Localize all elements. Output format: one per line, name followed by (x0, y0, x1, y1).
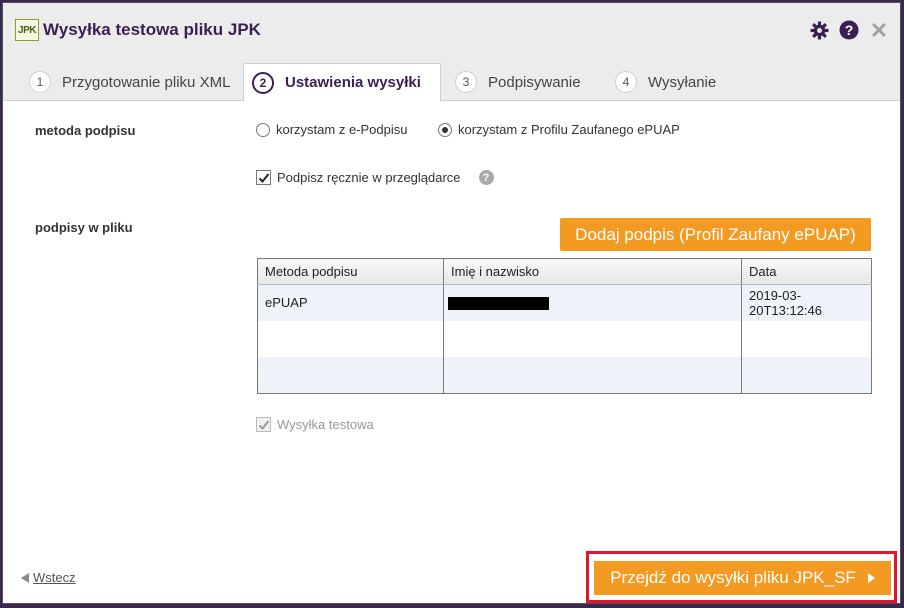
signature-method-label: metoda podpisu (35, 123, 136, 138)
manual-sign-checkbox[interactable]: Podpisz ręcznie w przeglądarce ? (256, 170, 494, 185)
dialog-titlebar: JPK Wysyłka testowa pliku JPK ? (3, 3, 900, 55)
tab-send-settings[interactable]: 2 Ustawienia wysyłki (243, 63, 441, 102)
cell-empty (257, 320, 444, 358)
close-icon[interactable] (869, 20, 889, 40)
radio-trusted-profile[interactable]: korzystam z Profilu Zaufanego ePUAP (438, 122, 680, 137)
table-header-row: Metoda podpisu Imię i nazwisko Data (257, 258, 872, 285)
cell-empty (741, 320, 872, 358)
gear-icon[interactable] (809, 20, 829, 40)
next-send-button[interactable]: Przejdź do wysyłki pliku JPK_SF (594, 561, 891, 595)
tab-label: Ustawienia wysyłki (285, 74, 421, 91)
tab-label: Przygotowanie pliku XML (62, 73, 231, 91)
cell-date: 2019-03-20T13:12:46 (741, 284, 872, 321)
cell-name (443, 284, 742, 321)
column-header[interactable]: Metoda podpisu (257, 258, 444, 285)
column-header[interactable]: Data (741, 258, 872, 285)
help-icon[interactable]: ? (839, 20, 859, 40)
cell-empty (741, 357, 872, 394)
checkbox-label: Wysyłka testowa (277, 417, 374, 432)
svg-text:?: ? (845, 22, 854, 38)
tab-label: Wysyłanie (648, 73, 717, 91)
radio-button[interactable] (256, 122, 270, 137)
checkbox-label: Podpisz ręcznie w przeglądarce (277, 170, 461, 185)
arrow-right-icon (867, 573, 875, 583)
next-button-label: Przejdź do wysyłki pliku JPK_SF (610, 568, 856, 587)
back-link[interactable]: Wstecz (21, 570, 76, 585)
cell-method: ePUAP (257, 284, 444, 321)
checkbox[interactable] (256, 170, 271, 185)
step-number: 3 (455, 71, 477, 93)
dialog-title: Wysyłka testowa pliku JPK (43, 20, 261, 39)
column-header[interactable]: Imię i nazwisko (443, 258, 742, 285)
cell-empty (443, 320, 742, 358)
wizard-tabs: 1 Przygotowanie pliku XML 2 Ustawienia w… (3, 55, 900, 102)
radio-e-signature[interactable]: korzystam z e-Podpisu (256, 122, 408, 137)
signatures-table: Metoda podpisu Imię i nazwisko Data ePUA… (257, 258, 872, 394)
radio-button[interactable] (438, 122, 452, 137)
checkmark-icon (258, 419, 269, 430)
arrow-left-icon (21, 572, 29, 583)
step-number: 1 (29, 71, 51, 93)
back-label: Wstecz (33, 570, 76, 585)
table-row (257, 320, 872, 358)
checkmark-icon (258, 172, 269, 183)
test-send-checkbox: Wysyłka testowa (256, 417, 374, 432)
checkbox (256, 417, 271, 432)
cell-empty (257, 357, 444, 394)
tab-signing[interactable]: 3 Podpisywanie (447, 63, 607, 101)
add-signature-button[interactable]: Dodaj podpis (Profil Zaufany ePUAP) (560, 218, 871, 251)
tab-prepare-xml[interactable]: 1 Przygotowanie pliku XML (21, 63, 245, 101)
send-dialog: JPK Wysyłka testowa pliku JPK ? 1 Przygo… (2, 2, 901, 604)
tab-sending[interactable]: 4 Wysyłanie (607, 63, 747, 101)
signatures-label: podpisy w pliku (35, 220, 133, 235)
jpk-logo-icon: JPK (15, 19, 39, 41)
redacted-name (448, 297, 549, 311)
radio-label: korzystam z Profilu Zaufanego ePUAP (458, 122, 680, 137)
step-number: 2 (252, 71, 274, 94)
table-row[interactable]: ePUAP 2019-03-20T13:12:46 (257, 284, 872, 321)
table-row (257, 357, 872, 394)
tab-label: Podpisywanie (488, 73, 581, 91)
radio-label: korzystam z e-Podpisu (276, 122, 408, 137)
cell-empty (443, 357, 742, 394)
help-question-icon[interactable]: ? (478, 170, 494, 185)
step-number: 4 (615, 71, 637, 93)
